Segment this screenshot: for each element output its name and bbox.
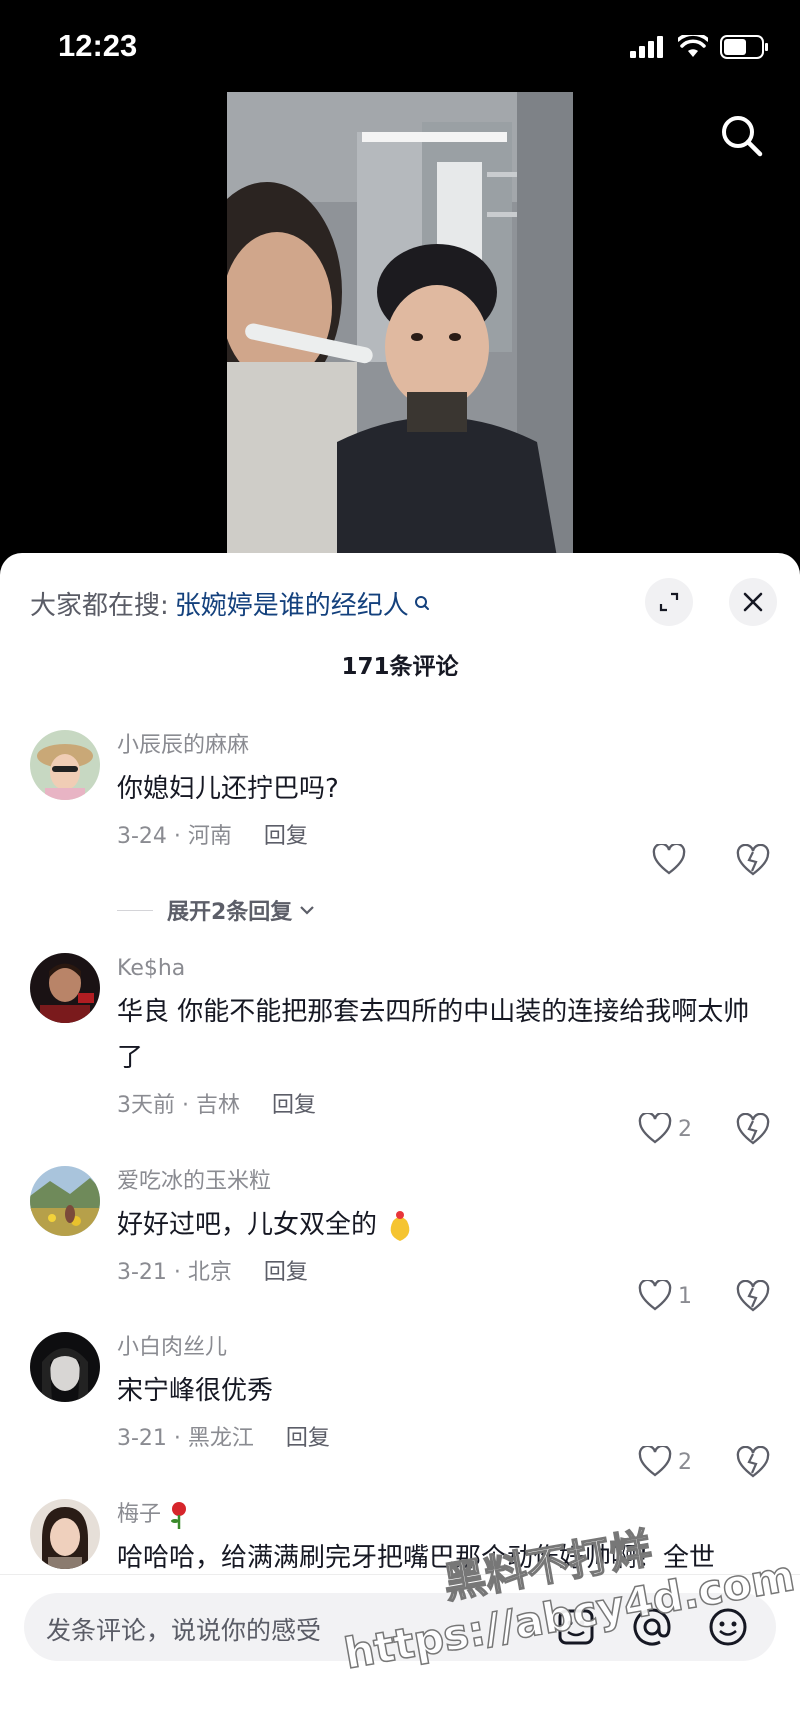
dislike-icon[interactable] [736,1113,770,1147]
comment-username[interactable]: 梅子 [117,1499,770,1531]
comment-username[interactable]: 爱吃冰的玉米粒 [117,1166,770,1198]
expand-button[interactable] [645,578,693,626]
like-button[interactable] [652,844,692,876]
comment-body: 小辰辰的麻麻 你媳妇儿还拧巴吗? 3-24 · 河南 回复 [117,730,770,854]
avatar[interactable] [30,1166,100,1236]
heart-icon [652,844,686,875]
trending-query-link[interactable]: 张婉婷是谁的经纪人 [175,585,409,622]
heart-icon [638,1446,672,1477]
comment-item: 小白肉丝儿 宋宁峰很优秀 3-21 · 黑龙江 回复 2 [0,1332,800,1482]
avatar[interactable] [30,953,100,1023]
comment-date: 3-21 · 黑龙江 [117,1426,254,1451]
blessing-bag-icon [390,1210,410,1241]
reply-button[interactable]: 回复 [264,1256,308,1290]
like-count: 2 [678,1449,692,1475]
mention-icon[interactable] [630,1605,674,1649]
close-icon [743,592,763,612]
comment-username[interactable]: 小白肉丝儿 [117,1332,770,1364]
heart-icon [638,1113,672,1144]
reply-button[interactable]: 回复 [264,820,308,854]
divider-line [117,909,153,911]
video-frame[interactable] [227,92,573,557]
video-thumbnail [227,92,573,557]
close-button[interactable] [729,578,777,626]
dislike-icon[interactable] [736,844,770,878]
dislike-icon[interactable] [736,1446,770,1480]
comment-text-content: 好好过吧，儿女双全的 [117,1210,378,1240]
emoji-icon[interactable] [706,1605,750,1649]
sheet-header: 大家都在搜: 张婉婷是谁的经纪人 171条评论 [0,553,800,693]
comments-sheet: 大家都在搜: 张婉婷是谁的经纪人 171条评论 小辰辰的麻麻 你媳妇儿还拧巴吗?… [0,553,800,1731]
comment-body: 爱吃冰的玉米粒 好好过吧，儿女双全的 3-21 · 北京 回复 [117,1166,770,1290]
reply-button[interactable]: 回复 [286,1422,330,1456]
search-icon[interactable] [716,110,768,162]
expand-replies-button[interactable]: 展开2条回复 [117,894,316,926]
comment-username[interactable]: 小辰辰的麻麻 [117,730,770,762]
trending-search[interactable]: 大家都在搜: 张婉婷是谁的经纪人 [30,585,431,622]
expand-replies-label: 展开2条回复 [167,900,293,925]
avatar[interactable] [30,730,100,800]
like-button[interactable]: 2 [638,1446,692,1478]
like-count: 2 [678,1116,692,1142]
comment-body: 梅子 哈哈哈，给满满刷完牙把嘴巴那个动作好帅啊！全世 [117,1499,770,1581]
search-small-icon [414,595,429,610]
image-sticker-icon[interactable] [554,1605,598,1649]
trending-prefix: 大家都在搜: [30,591,169,621]
comment-username-text: 梅子 [117,1502,162,1527]
comment-username[interactable]: Ke$ha [117,953,770,985]
comment-text: 好好过吧，儿女双全的 [117,1202,770,1248]
comment-input-bar: 发条评论，说说你的感受 [0,1574,800,1731]
reply-button[interactable]: 回复 [272,1089,316,1123]
comment-date: 3天前 · 吉林 [117,1093,240,1118]
comment-body: Ke$ha 华良 你能不能把那套去四所的中山装的连接给我啊太帅了 3天前 · 吉… [117,953,770,1123]
comment-item: 爱吃冰的玉米粒 好好过吧，儿女双全的 3-21 · 北京 回复 1 [0,1166,800,1316]
status-time: 12:23 [58,28,138,63]
status-icons [630,34,770,60]
status-bar: 12:23 [0,0,800,92]
chevron-down-icon [300,906,315,915]
like-button[interactable]: 1 [638,1280,692,1312]
video-player[interactable] [0,92,800,557]
avatar[interactable] [30,1332,100,1402]
rose-icon [171,1502,187,1529]
dislike-icon[interactable] [736,1280,770,1314]
signal-icon [630,36,663,58]
comment-text: 宋宁峰很优秀 [117,1376,274,1406]
comment-body: 小白肉丝儿 宋宁峰很优秀 3-21 · 黑龙江 回复 [117,1332,770,1456]
comment-count: 171条评论 [341,654,459,680]
avatar[interactable] [30,1499,100,1569]
heart-icon [638,1280,672,1311]
comment-input[interactable]: 发条评论，说说你的感受 [24,1593,776,1661]
comment-date: 3-24 · 河南 [117,824,232,849]
battery-icon [720,35,768,59]
comment-item: Ke$ha 华良 你能不能把那套去四所的中山装的连接给我啊太帅了 3天前 · 吉… [0,953,800,1145]
comment-input-placeholder: 发条评论，说说你的感受 [46,1616,322,1645]
wifi-icon [678,35,708,57]
expand-icon [659,592,679,612]
like-count: 1 [678,1283,692,1309]
comment-text: 华良 你能不能把那套去四所的中山装的连接给我啊太帅了 [117,997,750,1073]
comment-item: 小辰辰的麻麻 你媳妇儿还拧巴吗? 3-24 · 河南 回复 展开2条回复 [0,730,800,950]
comment-text: 你媳妇儿还拧巴吗? [117,774,339,804]
like-button[interactable]: 2 [638,1113,692,1145]
comment-date: 3-21 · 北京 [117,1260,232,1285]
